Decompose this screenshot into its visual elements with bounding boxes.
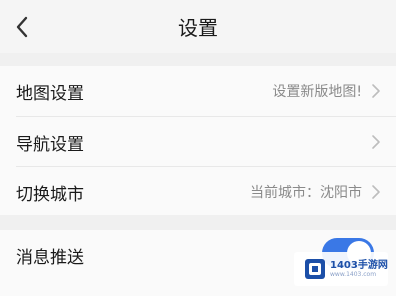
current-city-value: 当前城市：沈阳市 <box>250 185 362 201</box>
watermark-brand: 1403手游网 <box>330 260 388 271</box>
navigation-settings-row[interactable]: 导航设置 <box>0 117 396 167</box>
watermark: 1403手游网 www.1403.com <box>294 252 388 286</box>
switch-city-label: 切换城市 <box>16 184 84 205</box>
back-button[interactable] <box>10 12 34 42</box>
chevron-right-icon <box>372 185 380 199</box>
map-settings-value: 设置新版地图! <box>272 84 362 100</box>
message-push-label: 消息推送 <box>16 247 84 268</box>
map-settings-label: 地图设置 <box>16 83 84 104</box>
chevron-right-icon <box>372 84 380 98</box>
navigation-settings-label: 导航设置 <box>16 134 84 155</box>
top-bar: 设置 <box>0 0 396 53</box>
watermark-url: www.1403.com <box>330 271 377 278</box>
settings-group-main: 地图设置 设置新版地图! 导航设置 切换城市 当前城市：沈阳市 <box>0 66 396 215</box>
page-title: 设置 <box>178 16 218 40</box>
back-arrow-icon <box>16 16 28 38</box>
switch-city-row[interactable]: 切换城市 当前城市：沈阳市 <box>0 167 396 217</box>
watermark-logo-icon <box>305 259 325 279</box>
chevron-right-icon <box>372 135 380 149</box>
map-settings-row[interactable]: 地图设置 设置新版地图! <box>0 66 396 116</box>
